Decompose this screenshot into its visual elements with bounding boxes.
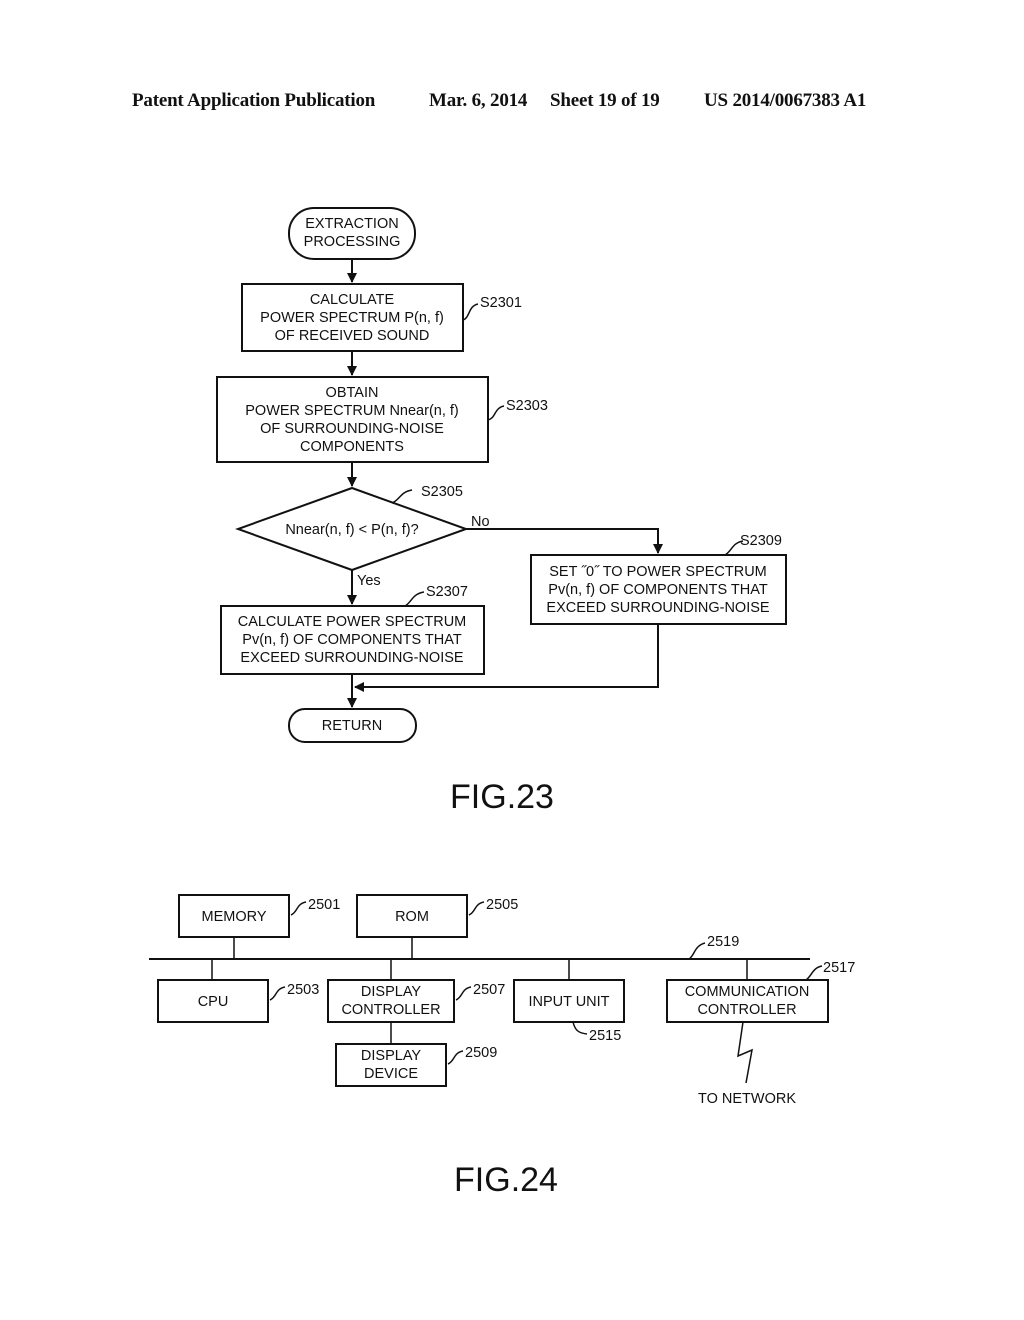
- input-unit-leader: [572, 1021, 588, 1035]
- comm-controller-leader: [805, 965, 823, 981]
- cpu-block: CPU 2503: [157, 959, 319, 1023]
- memory-ref: 2501: [308, 897, 340, 913]
- bus-ref: 2519: [707, 934, 739, 950]
- s2303-line-4: COMPONENTS: [300, 439, 404, 455]
- s2301-line-2: POWER SPECTRUM P(n, f): [260, 310, 444, 326]
- return-label: RETURN: [322, 718, 382, 734]
- s2309-line-2: Pv(n, f) OF COMPONENTS THAT: [548, 582, 768, 598]
- rom-label: ROM: [395, 909, 429, 925]
- display-controller-leader: [455, 986, 472, 1001]
- display-controller-block: DISPLAY CONTROLLER 2507: [327, 959, 505, 1023]
- s2301-ref: S2301: [480, 295, 522, 311]
- network-link-icon: [737, 1021, 753, 1084]
- display-controller-line-2: CONTROLLER: [341, 1002, 440, 1018]
- display-device-leader: [447, 1050, 464, 1065]
- diagram-canvas: EXTRACTION PROCESSING CALCULATE POWER SP…: [149, 207, 855, 1199]
- s2307-line-3: EXCEED SURROUNDING-NOISE: [240, 650, 463, 666]
- s2303-line-2: POWER SPECTRUM Nnear(n, f): [245, 403, 459, 419]
- rom-ref: 2505: [486, 897, 518, 913]
- rom-block: ROM 2505: [356, 894, 518, 959]
- display-device-ref: 2509: [465, 1045, 497, 1061]
- s2303-line-3: OF SURROUNDING-NOISE: [260, 421, 444, 437]
- s2309-ref: S2309: [740, 533, 782, 549]
- s2303-ref: S2303: [506, 398, 548, 414]
- s2305-question: Nnear(n, f) < P(n, f)?: [285, 522, 418, 538]
- display-device-line-2: DEVICE: [364, 1066, 418, 1082]
- cpu-label: CPU: [198, 994, 229, 1010]
- step-s2303: OBTAIN POWER SPECTRUM Nnear(n, f) OF SUR…: [216, 376, 548, 463]
- s2307-ref: S2307: [426, 584, 468, 600]
- display-controller-ref: 2507: [473, 982, 505, 998]
- s2303-leader: [487, 405, 505, 421]
- s2303-line-1: OBTAIN: [326, 385, 379, 401]
- input-unit-label: INPUT UNIT: [528, 994, 609, 1010]
- arrow-no-to-s2309: [466, 528, 663, 554]
- communication-controller-block: COMMUNICATION CONTROLLER 2517: [666, 959, 855, 1023]
- display-controller-line-1: DISPLAY: [361, 984, 422, 1000]
- yes-label: Yes: [357, 573, 381, 589]
- display-device-block: DISPLAY DEVICE 2509: [335, 1022, 497, 1087]
- start-terminal: EXTRACTION PROCESSING: [288, 207, 416, 260]
- return-terminal: RETURN: [288, 708, 417, 743]
- s2309-line-3: EXCEED SURROUNDING-NOISE: [546, 600, 769, 616]
- step-s2301: CALCULATE POWER SPECTRUM P(n, f) OF RECE…: [241, 283, 522, 352]
- memory-block: MEMORY 2501: [178, 894, 340, 959]
- s2301-line-1: CALCULATE: [310, 292, 395, 308]
- fig23-flowchart: EXTRACTION PROCESSING CALCULATE POWER SP…: [216, 207, 787, 816]
- memory-leader: [290, 901, 307, 916]
- display-device-line-1: DISPLAY: [361, 1048, 422, 1064]
- input-unit-block: INPUT UNIT 2515: [513, 959, 625, 1044]
- input-unit-ref: 2515: [589, 1028, 621, 1044]
- s2305-ref: S2305: [421, 484, 463, 500]
- s2301-leader: [462, 303, 479, 321]
- decision-s2305: Nnear(n, f) < P(n, f)? S2305 No Yes: [235, 484, 490, 589]
- start-line-1: EXTRACTION: [305, 216, 398, 232]
- s2307-line-1: CALCULATE POWER SPECTRUM: [238, 614, 467, 630]
- cpu-ref: 2503: [287, 982, 319, 998]
- s2309-line-1: SET ˝0˝ TO POWER SPECTRUM: [549, 564, 767, 580]
- start-line-2: PROCESSING: [304, 234, 401, 250]
- s2307-line-2: Pv(n, f) OF COMPONENTS THAT: [242, 632, 462, 648]
- s2307-leader: [404, 591, 425, 607]
- no-label: No: [471, 514, 490, 530]
- bus-leader: [688, 942, 706, 960]
- comm-controller-ref: 2517: [823, 960, 855, 976]
- comm-controller-line-1: COMMUNICATION: [685, 984, 810, 1000]
- fig23-caption: FIG.23: [450, 778, 554, 816]
- rom-leader: [468, 901, 485, 916]
- fig24-caption: FIG.24: [454, 1161, 558, 1199]
- s2301-line-3: OF RECEIVED SOUND: [275, 328, 430, 344]
- comm-controller-line-2: CONTROLLER: [697, 1002, 796, 1018]
- cpu-leader: [269, 986, 286, 1001]
- fig24-block-diagram: 2519 MEMORY 2501 ROM 2505 CPU 2503 DISPL…: [149, 894, 855, 1199]
- s2305-leader: [391, 489, 413, 504]
- network-label: TO NETWORK: [698, 1091, 796, 1107]
- memory-label: MEMORY: [202, 909, 267, 925]
